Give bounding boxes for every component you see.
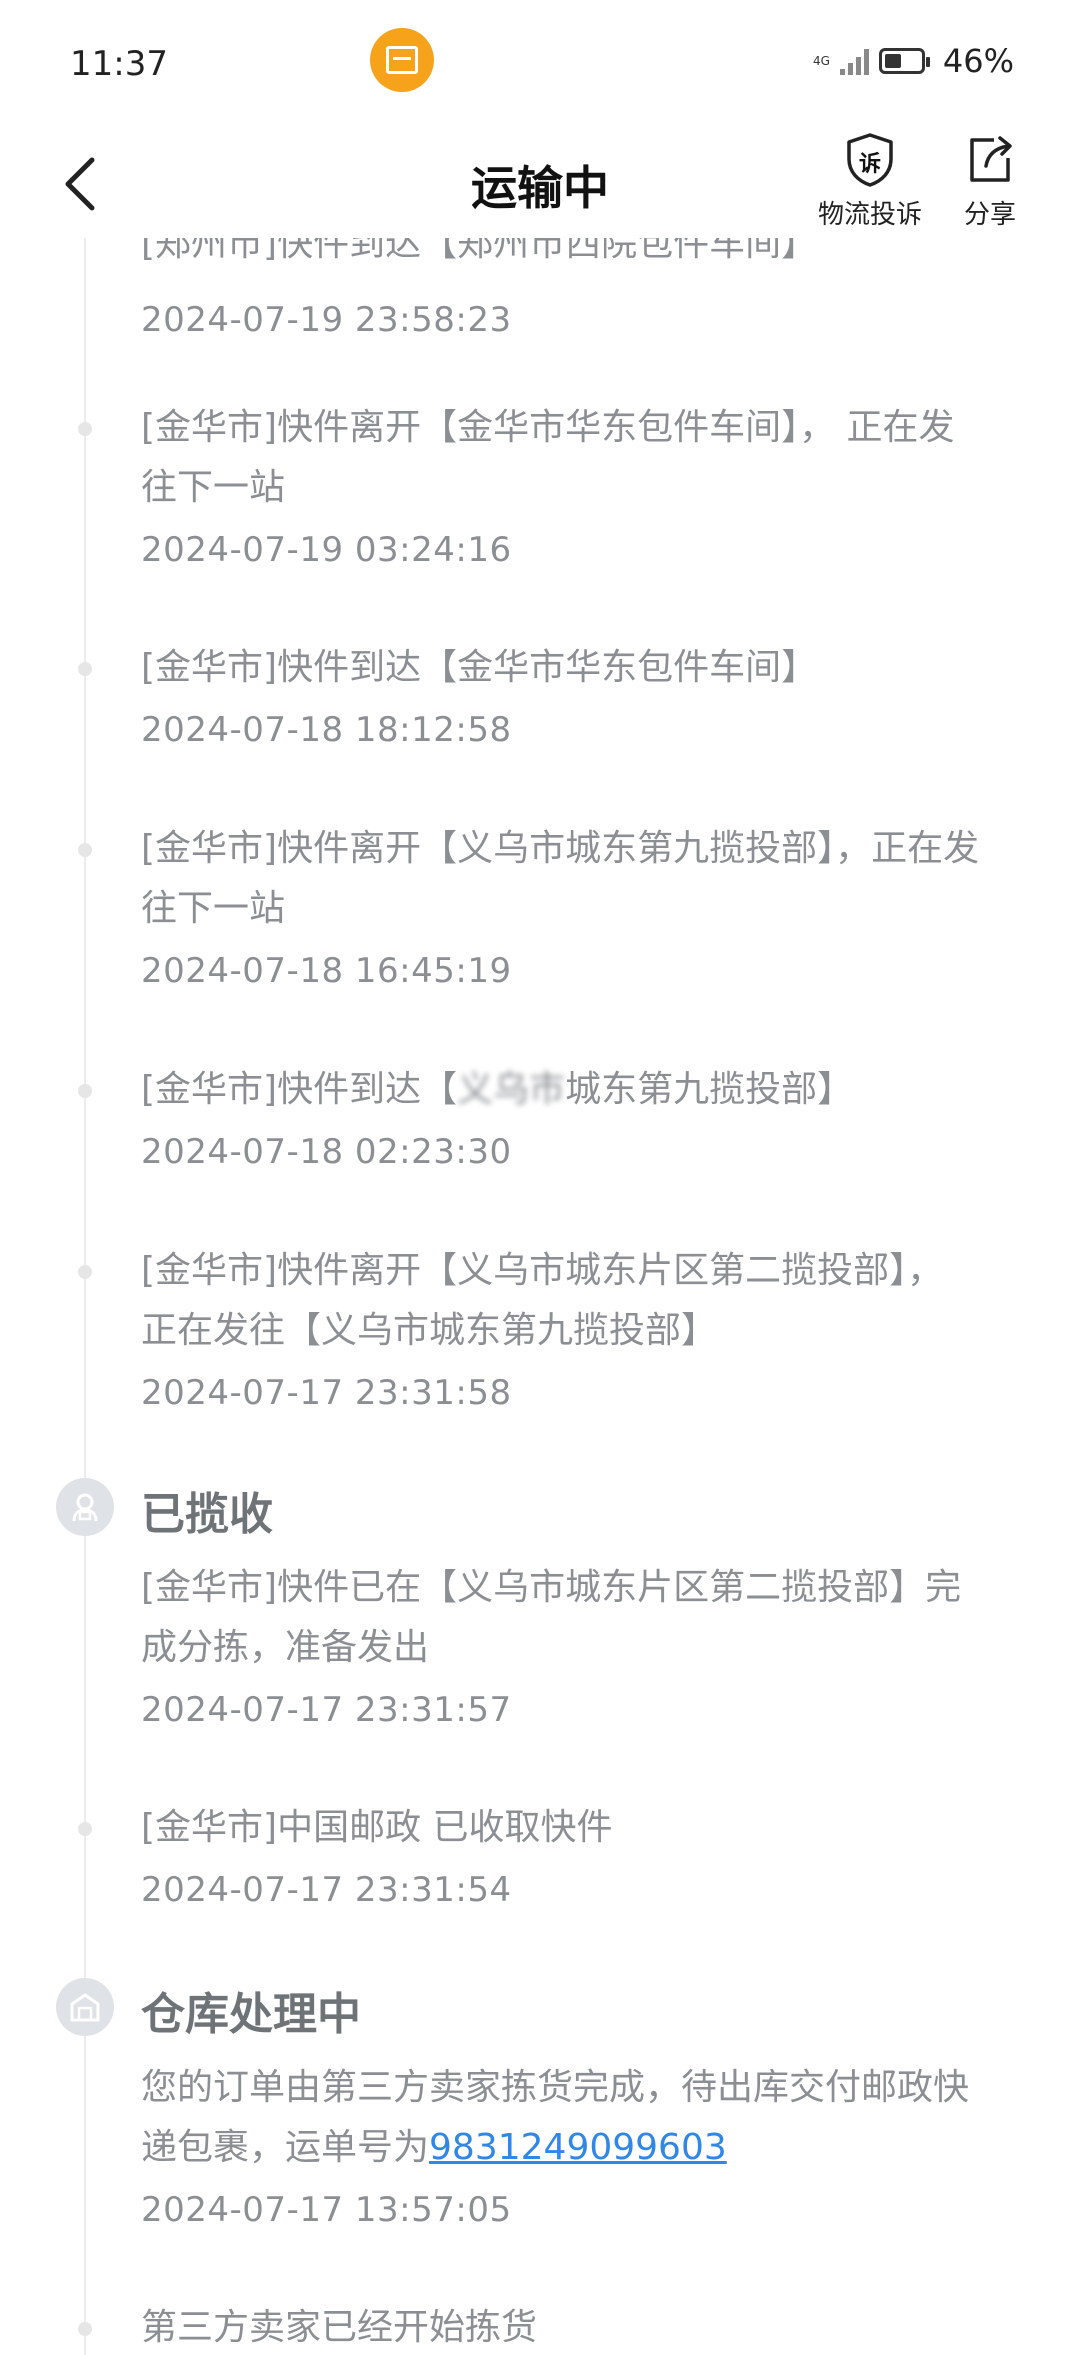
event-time: 2024-07-18 16:45:19 bbox=[141, 951, 512, 991]
share-icon bbox=[964, 132, 1016, 188]
event-time: 2024-07-18 18:12:58 bbox=[141, 710, 512, 750]
event-time: 2024-07-17 13:57:05 bbox=[141, 2190, 512, 2230]
event-time: 2024-07-17 23:31:54 bbox=[141, 1870, 512, 1910]
timeline-dot bbox=[78, 1265, 92, 1279]
timeline-track bbox=[84, 238, 86, 2355]
event-description: 第三方卖家已经开始拣货 bbox=[141, 2307, 538, 2348]
complaint-label: 物流投诉 bbox=[817, 200, 922, 230]
battery-percent: 46% bbox=[942, 42, 1014, 80]
stage-title: 仓库处理中 bbox=[141, 1989, 361, 2040]
signal-icon bbox=[839, 47, 869, 75]
courier-icon bbox=[56, 1478, 114, 1536]
status-time: 11:37 bbox=[70, 44, 168, 84]
timeline-dot bbox=[78, 422, 92, 436]
shield-icon: 诉 bbox=[844, 132, 896, 188]
event-description: [金华市]快件已在【义乌市城东片区第二揽投部】完成分拣，准备发出 bbox=[141, 1567, 962, 1668]
package-notification-icon bbox=[370, 28, 434, 92]
timeline-dot bbox=[78, 1084, 92, 1098]
event-description: [金华市]快件到达【金华市华东包件车间】 bbox=[141, 647, 818, 688]
timeline-dot bbox=[78, 2322, 92, 2336]
share-button[interactable]: 分享 bbox=[955, 132, 1025, 231]
warehouse-icon bbox=[56, 1978, 114, 2036]
event-time: 2024-07-17 23:31:58 bbox=[141, 1373, 512, 1413]
event-time: 2024-07-17 23:31:57 bbox=[141, 1690, 512, 1730]
event-time: 2024-07-19 23:58:23 bbox=[141, 300, 512, 340]
stage-title: 已揽收 bbox=[141, 1489, 273, 1540]
event-time: 2024-07-19 03:24:16 bbox=[141, 530, 512, 570]
timeline-dot bbox=[78, 1822, 92, 1836]
status-bar: 11:37 4G 46% bbox=[0, 0, 1080, 126]
event-description: [郑州市]快件到达【郑州市西院包件车间】 bbox=[141, 238, 818, 264]
logistics-complaint-button[interactable]: 诉 物流投诉 bbox=[815, 132, 925, 231]
top-app-bar: 运输中 诉 物流投诉 分享 bbox=[0, 126, 1080, 238]
share-label: 分享 bbox=[963, 200, 1016, 230]
network-type: 4G bbox=[812, 54, 830, 68]
event-description: [金华市]中国邮政 已收取快件 bbox=[141, 1807, 613, 1848]
event-time: 2024-07-18 02:23:30 bbox=[141, 1132, 512, 1172]
event-description: [金华市]快件离开【义乌市城东片区第二揽投部】， 正在发往【义乌市城东第九揽投部… bbox=[141, 1250, 944, 1351]
timeline-dot bbox=[78, 843, 92, 857]
blurred-text: 义乌市 bbox=[457, 1069, 566, 1110]
battery-icon bbox=[878, 48, 930, 74]
timeline-dot bbox=[78, 662, 92, 676]
event-description: [金华市]快件到达【义乌市城东第九揽投部】 bbox=[141, 1069, 854, 1110]
logistics-timeline[interactable]: [郑州市]快件到达【郑州市西院包件车间】 2024-07-19 23:58:23… bbox=[0, 238, 1080, 2355]
waybill-number-link[interactable]: 9831249099603 bbox=[429, 2127, 727, 2168]
event-description: 您的订单由第三方卖家拣货完成，待出库交付邮政快递包裹，运单号为983124909… bbox=[141, 2067, 970, 2168]
event-description: [金华市]快件离开【金华市华东包件车间】， 正在发往下一站 bbox=[141, 407, 955, 508]
status-indicators: 4G 46% bbox=[813, 42, 1014, 80]
event-description: [金华市]快件离开【义乌市城东第九揽投部】，正在发往下一站 bbox=[141, 828, 980, 929]
